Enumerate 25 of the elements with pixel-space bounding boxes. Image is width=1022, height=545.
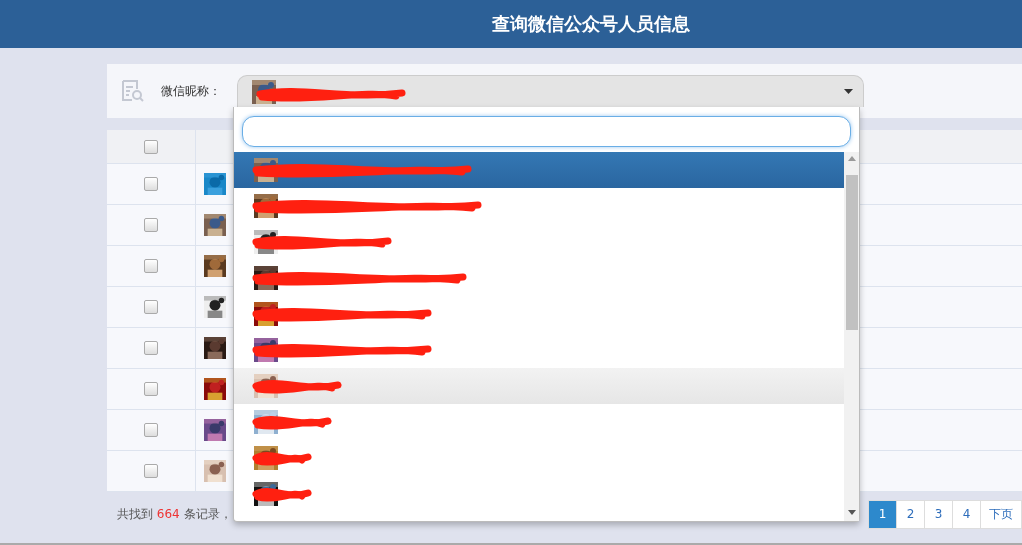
scroll-up-icon[interactable] bbox=[847, 156, 856, 161]
nickname-select[interactable] bbox=[237, 75, 864, 107]
scrollbar[interactable] bbox=[844, 152, 859, 521]
page-button[interactable]: 1 bbox=[868, 499, 897, 529]
record-count-text: 共找到 664 条记录， bbox=[117, 505, 232, 523]
page-title: 查询微信公众号人员信息 bbox=[492, 12, 690, 36]
row-checkbox[interactable] bbox=[144, 259, 158, 273]
page-button[interactable]: 3 bbox=[924, 499, 953, 529]
row-checkbox[interactable] bbox=[144, 341, 158, 355]
page-button[interactable]: 2 bbox=[896, 499, 925, 529]
row-checkbox[interactable] bbox=[144, 177, 158, 191]
row-checkbox[interactable] bbox=[144, 423, 158, 437]
row-checkbox[interactable] bbox=[144, 464, 158, 478]
dropdown-option[interactable] bbox=[234, 368, 844, 404]
row-checkbox[interactable] bbox=[144, 300, 158, 314]
select-all-checkbox[interactable] bbox=[144, 139, 158, 154]
caret-icon bbox=[844, 89, 853, 94]
search-document-icon bbox=[121, 80, 145, 102]
page-button[interactable]: 下页 bbox=[980, 499, 1022, 529]
row-checkbox[interactable] bbox=[144, 382, 158, 396]
scroll-down-icon[interactable] bbox=[847, 510, 856, 515]
nickname-label: 微信昵称： bbox=[161, 82, 221, 100]
row-checkbox[interactable] bbox=[144, 218, 158, 232]
page-button[interactable]: 4 bbox=[952, 499, 981, 529]
dropdown-search-field[interactable] bbox=[242, 116, 851, 147]
